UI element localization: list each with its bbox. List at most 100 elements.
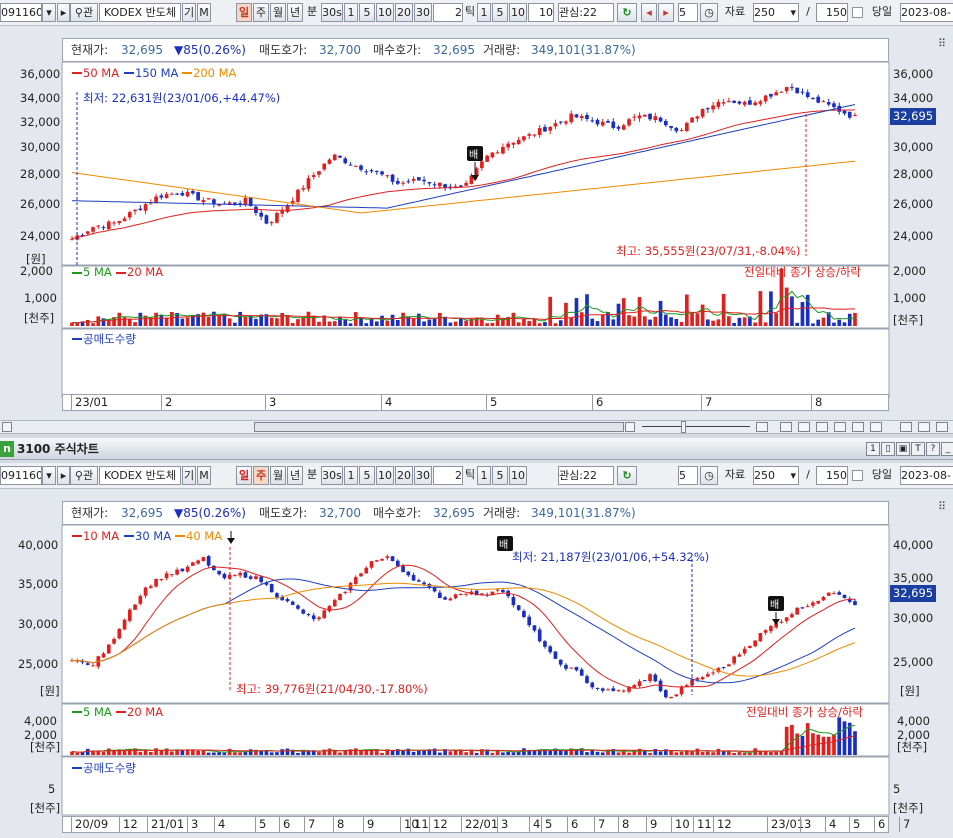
prev-icon[interactable]: ◂: [641, 3, 657, 22]
sec-button[interactable]: 30s: [321, 3, 343, 22]
tick-input[interactable]: 2: [433, 466, 463, 485]
total-input[interactable]: 150: [816, 3, 848, 22]
gi-button[interactable]: 기: [182, 3, 196, 22]
period-day-tab[interactable]: 일: [236, 3, 252, 22]
period-day-tab[interactable]: 일: [236, 466, 252, 485]
gi-button[interactable]: 기: [182, 466, 196, 485]
refresh-icon[interactable]: ↻: [617, 3, 637, 22]
search-gwan-button[interactable]: ⚲관: [70, 466, 98, 485]
candle-body: [332, 600, 337, 607]
scroll-thumb[interactable]: [254, 422, 624, 432]
candle-body: [243, 572, 248, 578]
candle-body: [464, 182, 468, 186]
period-week-tab[interactable]: 주: [253, 466, 269, 485]
stepper-input[interactable]: 5: [678, 3, 698, 22]
tool-icon[interactable]: [918, 422, 930, 432]
m-button[interactable]: M: [197, 3, 211, 22]
candle-body: [590, 120, 595, 122]
dangil-checkbox[interactable]: [852, 7, 863, 18]
min-5-button[interactable]: 5: [359, 466, 375, 485]
tool-icon[interactable]: [780, 422, 792, 432]
scroll-left-button[interactable]: [2, 422, 12, 432]
tool-icon[interactable]: [834, 422, 846, 432]
min-10-button[interactable]: 10: [376, 3, 394, 22]
period-month-tab[interactable]: 월: [270, 3, 286, 22]
next-arrow-button[interactable]: ▸: [57, 3, 70, 22]
tick-1-button[interactable]: 1: [477, 466, 491, 485]
period-week-tab[interactable]: 주: [253, 3, 269, 22]
min-5-button[interactable]: 5: [359, 3, 375, 22]
panel-side-icon[interactable]: ⠿: [938, 500, 946, 513]
period-year-tab[interactable]: 년: [287, 3, 303, 22]
help-icon[interactable]: ?: [926, 442, 940, 456]
zoom-slider-thumb[interactable]: [681, 421, 686, 433]
stock-code-input[interactable]: 091160: [0, 3, 42, 22]
min-30-button[interactable]: 30: [414, 466, 432, 485]
volume-bar: [201, 750, 206, 755]
dangil-checkbox[interactable]: [852, 470, 863, 481]
code-dropdown-button[interactable]: ▾: [42, 3, 56, 22]
minimize-icon[interactable]: _: [941, 442, 953, 456]
candle-body: [606, 689, 610, 691]
candle-body: [369, 561, 374, 568]
clock-icon[interactable]: ◷: [700, 3, 718, 22]
tick-10-button[interactable]: 10: [509, 3, 527, 22]
m-button[interactable]: M: [197, 466, 211, 485]
tick-5-button[interactable]: 5: [492, 3, 508, 22]
scroll-right-button[interactable]: [625, 422, 635, 432]
date-input[interactable]: 2023-08-: [900, 3, 953, 22]
min-1-button[interactable]: 1: [344, 3, 358, 22]
volume-bar: [853, 731, 857, 755]
candle-body: [175, 569, 179, 575]
slash-label: /: [806, 5, 810, 18]
next-icon[interactable]: ▸: [658, 3, 674, 22]
volume-bar: [380, 752, 384, 755]
tool-icon[interactable]: [900, 422, 912, 432]
tool-icon[interactable]: [816, 422, 828, 432]
candle-body: [658, 680, 663, 692]
tool-icon[interactable]: [870, 422, 882, 432]
count-select[interactable]: 250 ▾: [753, 466, 799, 485]
clock-icon[interactable]: ◷: [700, 466, 718, 485]
panel-side-icon[interactable]: ⠿: [938, 37, 946, 50]
tick-1-button[interactable]: 1: [477, 3, 491, 22]
refresh-icon[interactable]: ↻: [617, 466, 637, 485]
volume-bar: [737, 752, 742, 755]
tool-icon[interactable]: [852, 422, 864, 432]
tick-10-button[interactable]: 10: [509, 466, 527, 485]
stock-code-input[interactable]: 091160: [0, 466, 42, 485]
gwansim-field[interactable]: 관심:22: [558, 3, 614, 22]
next-arrow-button[interactable]: ▸: [57, 466, 70, 485]
min-20-button[interactable]: 20: [395, 466, 413, 485]
total-input[interactable]: 150: [816, 466, 848, 485]
min-20-button[interactable]: 20: [395, 3, 413, 22]
min-10-button[interactable]: 10: [376, 466, 394, 485]
gwansim-field[interactable]: 관심:22: [558, 466, 614, 485]
zoom-icon[interactable]: [756, 422, 768, 432]
tick-input[interactable]: 2: [433, 3, 463, 22]
tool-icon[interactable]: [936, 422, 948, 432]
tick-5-button[interactable]: 5: [492, 466, 508, 485]
window-option-icon[interactable]: ▣: [896, 442, 910, 456]
candle-body: [832, 103, 836, 108]
zoom-slider[interactable]: [642, 426, 750, 427]
code-dropdown-button[interactable]: ▾: [42, 466, 56, 485]
search-gwan-button[interactable]: ⚲관: [70, 3, 98, 22]
period-month-tab[interactable]: 월: [270, 466, 286, 485]
window-menu-icon[interactable]: T: [911, 442, 925, 456]
min-30-button[interactable]: 30: [414, 3, 432, 22]
date-input[interactable]: 2023-08-: [900, 466, 953, 485]
window-split-icon[interactable]: ▯: [881, 442, 895, 456]
stepper-input[interactable]: 5: [678, 466, 698, 485]
window-num-icon[interactable]: 1: [866, 442, 880, 456]
sec-button[interactable]: 30s: [321, 466, 343, 485]
y-label-right: 40,000: [893, 538, 933, 552]
count-select[interactable]: 250 ▾: [753, 3, 799, 22]
tool-icon[interactable]: [798, 422, 810, 432]
period-year-tab[interactable]: 년: [287, 466, 303, 485]
min-1-button[interactable]: 1: [344, 466, 358, 485]
top-current-price-box: 32,695: [890, 108, 936, 125]
volume-bar: [569, 317, 574, 326]
chart-scrollbar[interactable]: [0, 420, 953, 434]
custom-input[interactable]: 10: [528, 3, 554, 22]
